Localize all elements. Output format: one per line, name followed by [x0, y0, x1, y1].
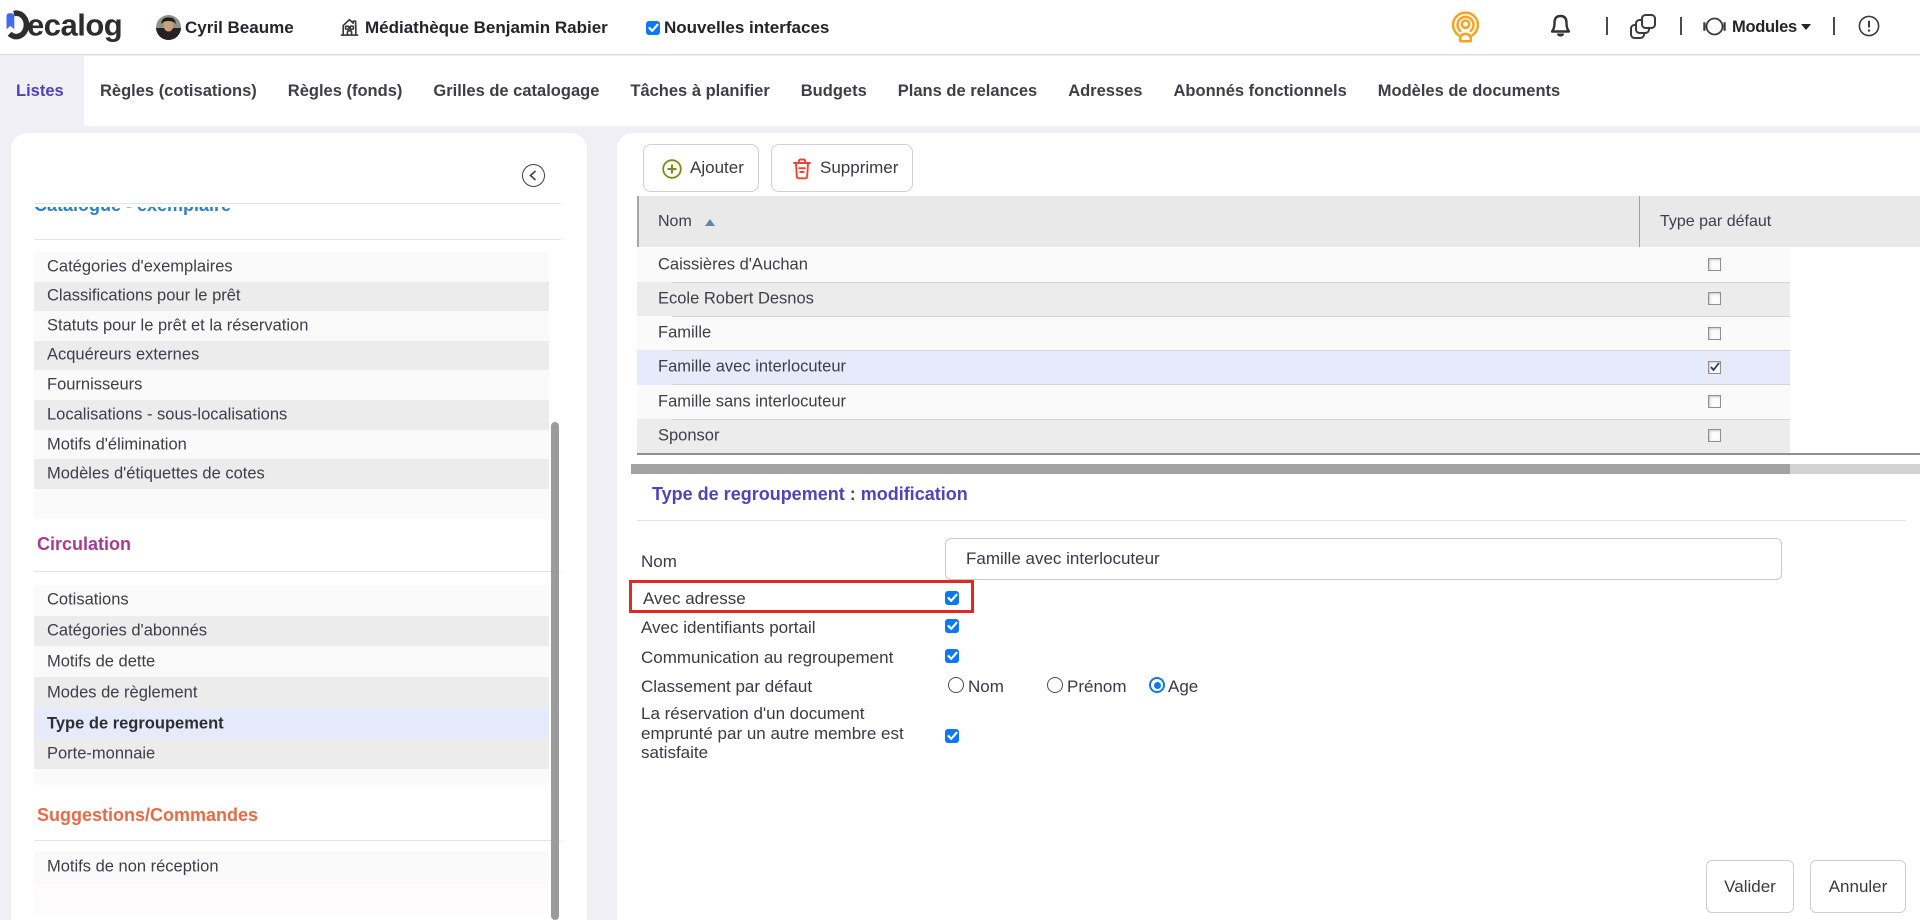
- svg-text:ecalog: ecalog: [27, 8, 122, 43]
